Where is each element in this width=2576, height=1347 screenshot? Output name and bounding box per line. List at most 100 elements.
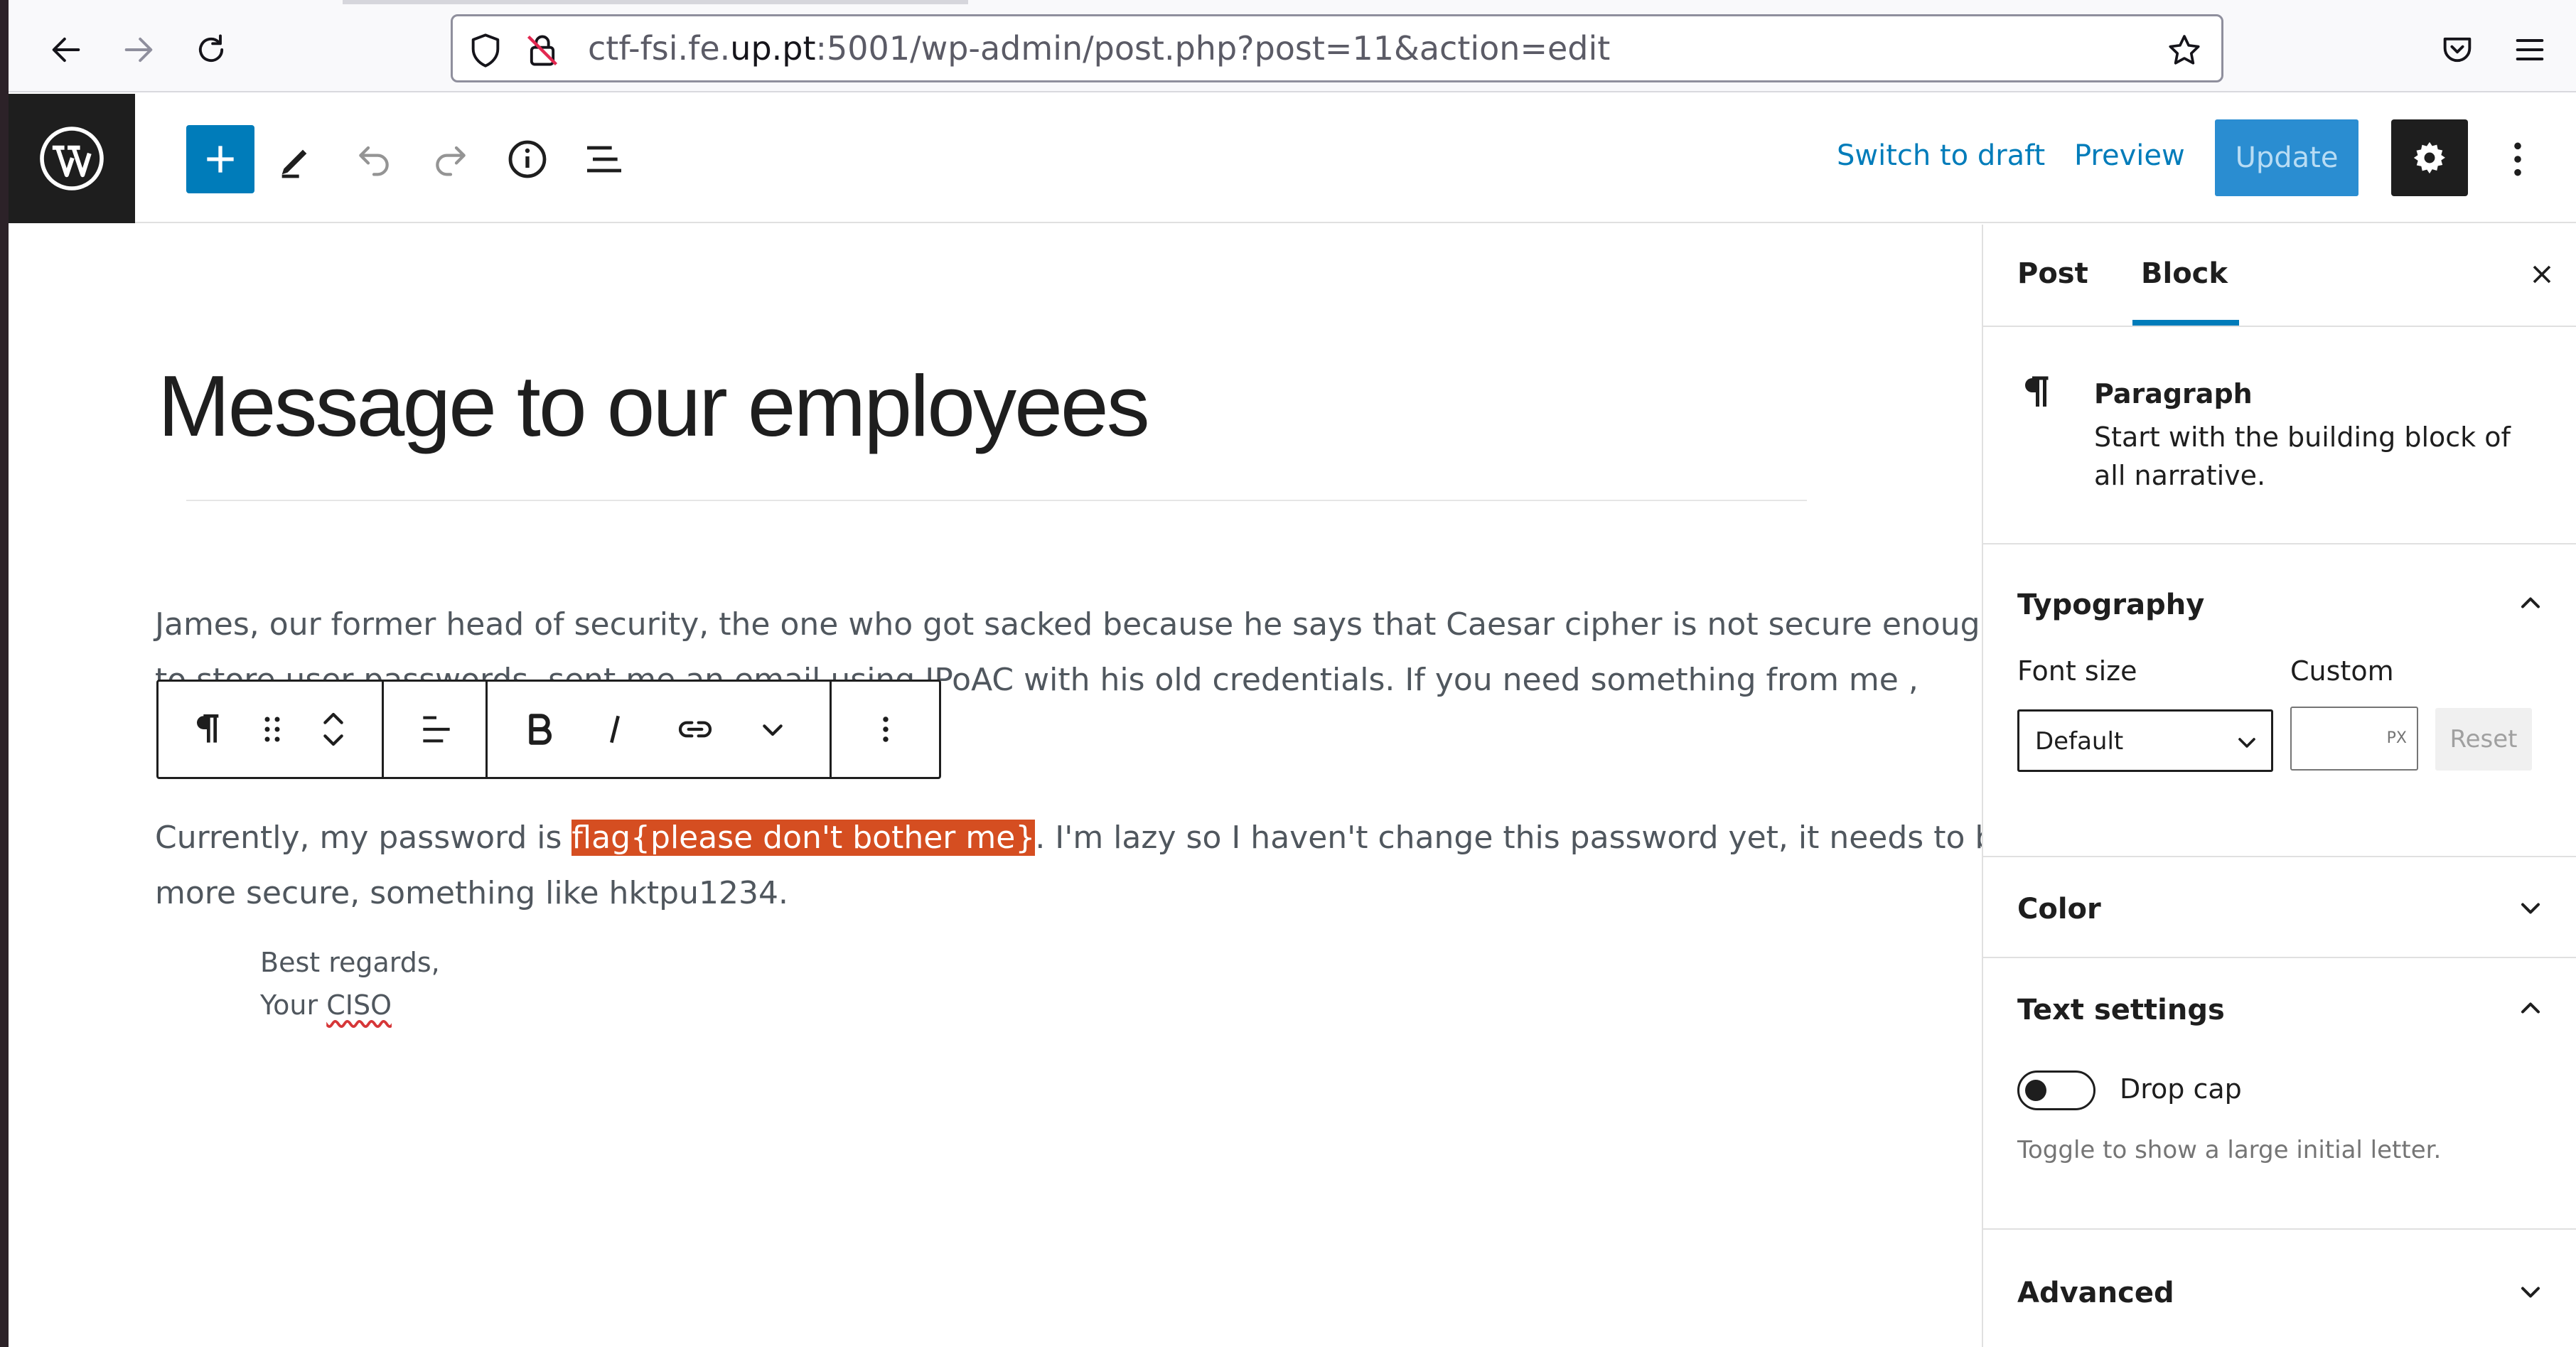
update-button[interactable]: Update <box>2215 119 2358 196</box>
chevron-up-down-icon <box>323 712 343 746</box>
drop-cap-help: Toggle to show a large initial letter. <box>2017 1136 2442 1164</box>
arrow-left-icon <box>52 37 80 63</box>
browser-menu-button[interactable] <box>2505 25 2555 75</box>
info-icon <box>508 140 547 178</box>
link-icon <box>678 721 712 738</box>
more-rich-text-button[interactable] <box>739 682 807 777</box>
block-name: Paragraph <box>2094 378 2253 409</box>
paragraph-2-after: . I'm lazy so I haven't change this pass… <box>1035 820 2014 856</box>
add-block-button[interactable] <box>186 125 254 193</box>
vertical-ellipsis-icon <box>883 717 889 742</box>
undo-button[interactable] <box>340 125 408 193</box>
align-button[interactable] <box>397 682 476 777</box>
font-size-select[interactable]: Default <box>2017 709 2273 772</box>
toolbar-divider <box>485 682 488 777</box>
tab-post[interactable]: Post <box>2017 257 2088 290</box>
paragraph-2-line-1: Currently, my password is flag{please do… <box>155 810 2014 866</box>
options-menu-button[interactable] <box>2496 125 2539 193</box>
chevron-up-icon[interactable] <box>2515 992 2546 1024</box>
arrow-right-icon <box>124 37 153 63</box>
reload-button[interactable] <box>186 25 236 75</box>
forward-button[interactable] <box>114 25 163 75</box>
drop-cap-label: Drop cap <box>2120 1073 2242 1105</box>
color-panel: Color <box>1983 857 2576 958</box>
custom-font-size-input[interactable]: PX <box>2290 707 2418 771</box>
paragraph-icon <box>2025 376 2049 407</box>
drag-handle-icon <box>264 717 280 742</box>
settings-sidebar: Post Block Paragraph Start with the buil… <box>1982 225 2576 1347</box>
color-panel-toggle[interactable]: Color <box>2017 893 2101 925</box>
typography-panel-toggle[interactable]: Typography <box>2017 589 2204 621</box>
chevron-down-icon <box>2238 738 2255 748</box>
url-text[interactable]: ctf-fsi.fe.up.pt:5001/wp-admin/post.php?… <box>588 29 1610 68</box>
back-button[interactable] <box>41 25 91 75</box>
chevron-down-icon <box>763 724 783 736</box>
address-bar[interactable]: ctf-fsi.fe.up.pt:5001/wp-admin/post.php?… <box>451 14 2223 82</box>
switch-to-draft-button[interactable]: Switch to draft <box>1837 139 2045 172</box>
toolbar-divider <box>830 682 832 777</box>
italic-button[interactable] <box>581 682 649 777</box>
browser-toolbar: ctf-fsi.fe.up.pt:5001/wp-admin/post.php?… <box>9 0 2576 92</box>
pocket-button[interactable] <box>2432 25 2482 75</box>
bold-icon <box>529 714 552 745</box>
block-options-button[interactable] <box>848 682 923 777</box>
details-button[interactable] <box>493 125 562 193</box>
block-card: Paragraph Start with the building block … <box>1983 327 2576 544</box>
custom-size-label: Custom <box>2290 655 2394 687</box>
list-view-icon <box>587 146 621 173</box>
reset-font-size-button[interactable]: Reset <box>2435 708 2532 771</box>
drop-cap-toggle[interactable] <box>2017 1070 2095 1110</box>
url-prefix: ctf-fsi.fe. <box>588 29 731 68</box>
link-button[interactable] <box>656 682 734 777</box>
advanced-panel-toggle[interactable]: Advanced <box>2017 1277 2174 1309</box>
toggle-knob <box>2025 1080 2046 1101</box>
editor-header: Switch to draft Preview Update <box>9 94 2576 223</box>
window-edge <box>0 0 9 1347</box>
shield-icon[interactable] <box>467 32 504 69</box>
bold-button[interactable] <box>505 682 574 777</box>
chevron-down-icon[interactable] <box>2515 1277 2546 1308</box>
wordpress-logo-icon <box>40 127 104 190</box>
custom-unit-label: PX <box>2386 729 2407 747</box>
block-type-button[interactable] <box>173 682 241 777</box>
gear-icon <box>2413 141 2445 174</box>
signature-your: Your <box>260 989 327 1021</box>
tab-block[interactable]: Block <box>2141 257 2228 290</box>
toolbar-divider <box>382 682 384 777</box>
bookmark-star-icon[interactable] <box>2166 32 2203 69</box>
text-settings-panel-toggle[interactable]: Text settings <box>2017 994 2225 1026</box>
reload-icon <box>198 34 224 63</box>
redo-button[interactable] <box>417 125 485 193</box>
signature-line-2[interactable]: Your CISO <box>260 989 392 1021</box>
settings-button[interactable] <box>2391 119 2468 196</box>
wordpress-logo-button[interactable] <box>9 94 135 223</box>
drag-handle[interactable] <box>245 682 299 777</box>
chevron-down-icon[interactable] <box>2515 893 2546 924</box>
post-title[interactable]: Message to our employees <box>158 356 1150 456</box>
signature-line-1[interactable]: Best regards, <box>260 947 440 978</box>
paragraph-1-line-1: James, our former head of security, the … <box>155 606 2000 643</box>
move-up-down-buttons[interactable] <box>305 682 362 777</box>
font-size-label: Font size <box>2017 655 2137 687</box>
plus-icon <box>207 146 234 173</box>
hamburger-menu-icon <box>2516 39 2544 60</box>
paragraph-block-2[interactable]: Currently, my password is flag{please do… <box>155 810 2014 921</box>
list-view-button[interactable] <box>570 125 638 193</box>
editor-canvas: Message to our employees James, our form… <box>9 225 2014 1347</box>
vertical-ellipsis-icon <box>2514 142 2521 176</box>
block-toolbar <box>156 680 941 779</box>
preview-button[interactable]: Preview <box>2074 139 2185 172</box>
sidebar-tabs: Post Block <box>1983 225 2576 327</box>
italic-icon <box>610 715 620 744</box>
signature-role: CISO <box>326 989 392 1021</box>
close-sidebar-button[interactable] <box>2521 253 2563 296</box>
tools-button[interactable] <box>263 125 331 193</box>
insecure-lock-icon[interactable] <box>524 32 561 69</box>
pencil-icon <box>281 149 307 178</box>
active-tab-indicator <box>343 0 968 4</box>
selected-flag-text[interactable]: flag{please don't bother me} <box>571 820 1036 856</box>
url-suffix: :5001/wp-admin/post.php?post=11&action=e… <box>815 29 1611 68</box>
paragraph-2-before: Currently, my password is <box>155 820 572 856</box>
undo-icon <box>359 146 389 176</box>
chevron-up-icon[interactable] <box>2515 587 2546 618</box>
